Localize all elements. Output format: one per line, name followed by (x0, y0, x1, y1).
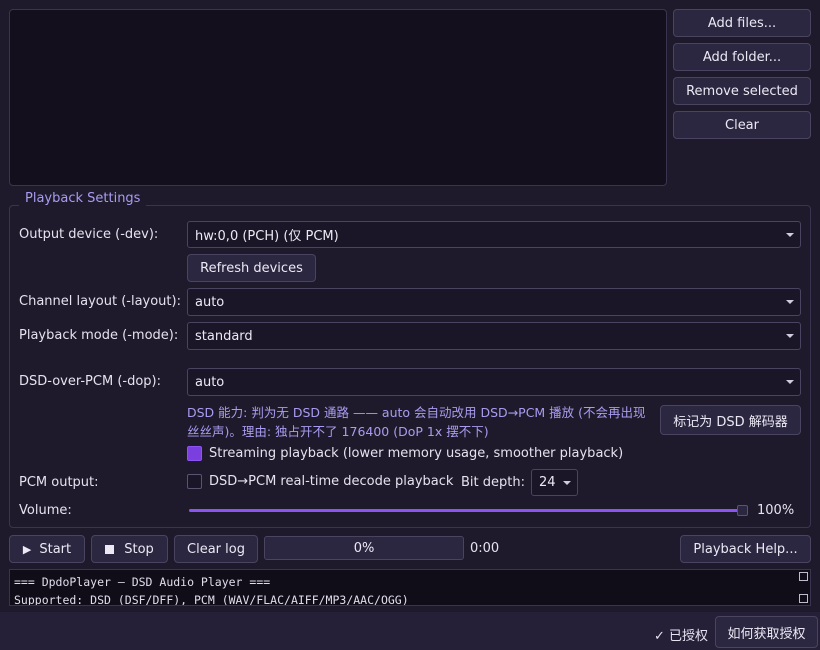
chevron-down-icon (563, 480, 571, 485)
clear-button[interactable]: Clear (673, 111, 811, 139)
start-button-label: Start (39, 541, 72, 557)
log-line: Supported: DSD (DSF/DFF), PCM (WAV/FLAC/… (14, 593, 409, 606)
playback-mode-label: Playback mode (-mode): (19, 328, 179, 343)
channel-layout-select[interactable]: auto (187, 288, 801, 316)
volume-value: 100% (757, 503, 795, 518)
chevron-down-icon (786, 300, 794, 304)
dsd-over-pcm-select[interactable]: auto (187, 368, 801, 396)
license-status: ✓ 已授权 (654, 629, 709, 644)
playback-mode-value: standard (195, 328, 253, 344)
playback-mode-select[interactable]: standard (187, 322, 801, 350)
refresh-devices-button[interactable]: Refresh devices (187, 254, 316, 282)
stop-button[interactable]: Stop (91, 535, 168, 563)
get-license-button[interactable]: 如何获取授权 (715, 616, 818, 648)
playback-settings-title: Playback Settings (19, 191, 147, 206)
dsd-over-pcm-label: DSD-over-PCM (-dop): (19, 374, 161, 389)
volume-slider-fill (189, 509, 741, 512)
dsd-over-pcm-value: auto (195, 374, 225, 390)
mark-dsd-decoder-button[interactable]: 标记为 DSD 解码器 (660, 405, 801, 435)
chevron-down-icon (786, 334, 794, 338)
dsd-pcm-decode-label: DSD→PCM real-time decode playback (209, 474, 454, 489)
progress-bar-text: 0% (353, 540, 375, 556)
add-folder-button[interactable]: Add folder... (673, 43, 811, 71)
streaming-label: Streaming playback (lower memory usage, … (209, 446, 624, 461)
channel-layout-value: auto (195, 294, 225, 310)
volume-slider[interactable] (189, 505, 749, 517)
log-area[interactable]: === DpdoPlayer — DSD Audio Player === Su… (9, 569, 811, 606)
add-files-button[interactable]: Add files... (673, 9, 811, 37)
time-display: 0:00 (470, 541, 500, 556)
pcm-output-label: PCM output: (19, 475, 99, 490)
file-list[interactable] (9, 9, 667, 186)
stop-button-label: Stop (124, 541, 154, 557)
channel-layout-label: Channel layout (-layout): (19, 294, 181, 309)
bit-depth-value: 24 (539, 475, 556, 490)
remove-selected-button[interactable]: Remove selected (673, 77, 811, 105)
start-button[interactable]: ▶ Start (9, 535, 85, 563)
streaming-checkbox[interactable] (187, 446, 202, 461)
chevron-down-icon (786, 232, 794, 237)
play-icon: ▶ (22, 542, 32, 556)
chevron-down-icon (786, 380, 794, 384)
playback-help-button[interactable]: Playback Help... (680, 535, 811, 563)
scroll-up-icon[interactable] (799, 572, 808, 581)
log-line: === DpdoPlayer — DSD Audio Player === (14, 575, 271, 589)
stop-icon (105, 544, 115, 554)
output-device-value: hw:0,0 (PCH) (仅 PCM) (195, 229, 339, 244)
volume-slider-handle[interactable] (737, 505, 748, 516)
progress-bar: 0% (264, 536, 464, 560)
bit-depth-select[interactable]: 24 (531, 469, 578, 496)
scroll-down-icon[interactable] (799, 594, 808, 603)
bit-depth-label: Bit depth: (461, 475, 525, 490)
volume-label: Volume: (19, 503, 72, 518)
dsd-pcm-decode-checkbox[interactable] (187, 474, 202, 489)
clear-log-button[interactable]: Clear log (174, 535, 258, 563)
output-device-select[interactable]: hw:0,0 (PCH) (仅 PCM) (187, 221, 801, 248)
output-device-label: Output device (-dev): (19, 227, 159, 242)
dsd-capability-notice: DSD 能力: 判为无 DSD 通路 —— auto 会自动改用 DSD→PCM… (187, 405, 646, 439)
